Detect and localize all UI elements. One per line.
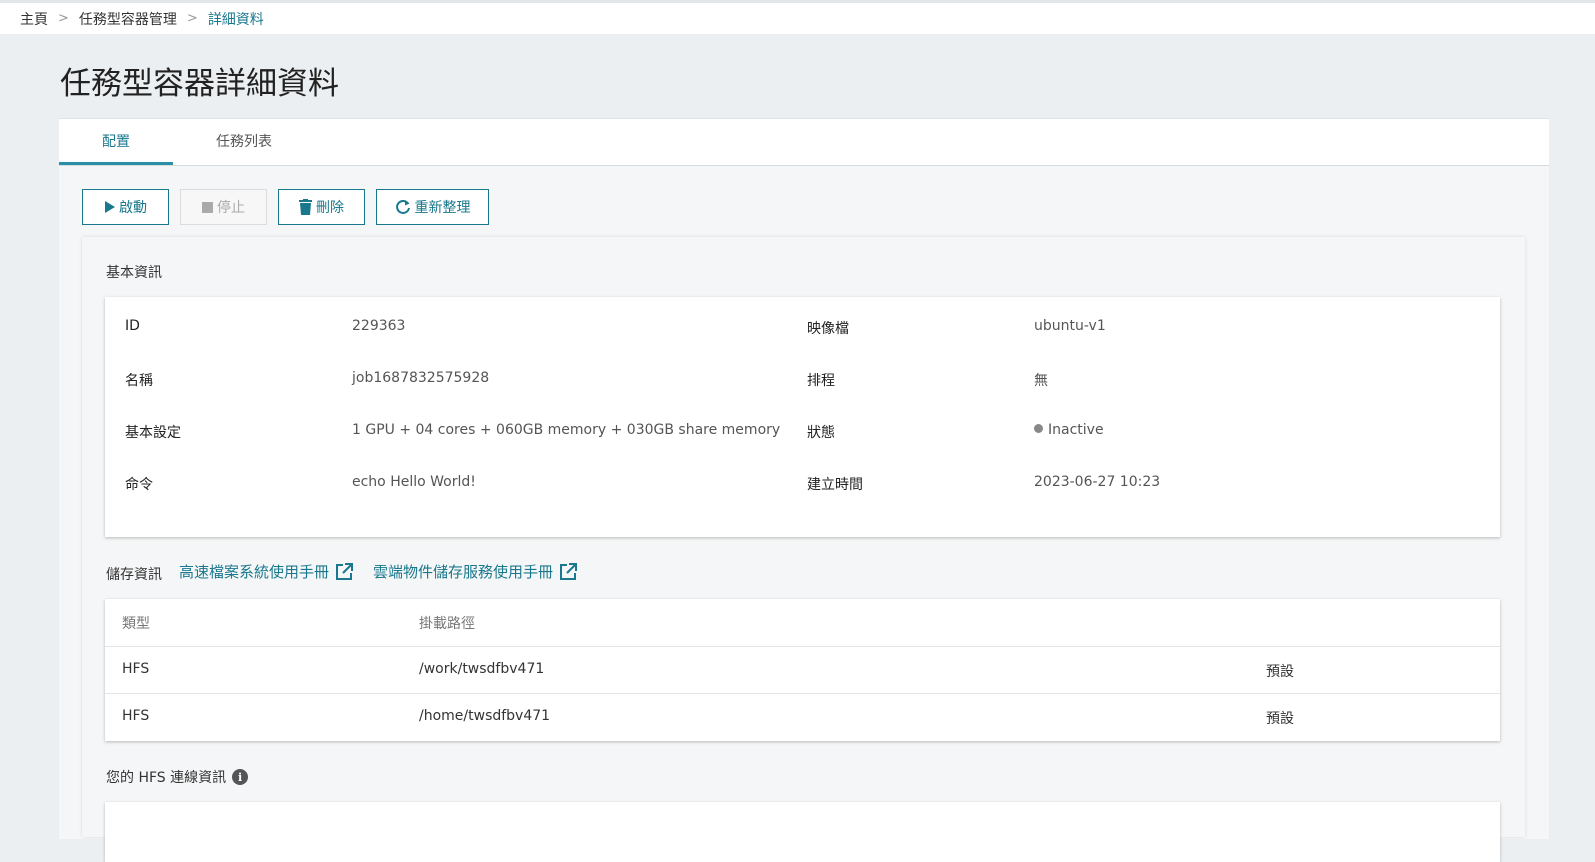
- external-link-icon: [560, 562, 578, 580]
- cell-type: HFS: [122, 661, 150, 677]
- hfs-connection-title-text: 您的 HFS 連線資訊: [106, 770, 227, 786]
- refresh-button[interactable]: 重新整理: [376, 189, 489, 225]
- table-row: HFS /work/twsdfbv471 預設: [105, 646, 1500, 693]
- delete-button[interactable]: 刪除: [278, 189, 365, 225]
- info-value: 2023-06-27 10:23: [1034, 474, 1161, 490]
- info-row: 命令 echo Hello World! 建立時間 2023-06-27 10:…: [105, 474, 1500, 494]
- hfs-connection-title: 您的 HFS 連線資訊 i: [106, 767, 249, 787]
- cell-default-tag: 預設: [1266, 664, 1294, 680]
- info-key: 建立時間: [807, 477, 863, 493]
- page-title: 任務型容器詳細資料: [60, 66, 339, 102]
- object-storage-manual-link[interactable]: 雲端物件儲存服務使用手冊: [373, 561, 578, 582]
- info-key: ID: [125, 318, 140, 334]
- tab-config[interactable]: 配置: [59, 119, 173, 165]
- delete-button-label: 刪除: [316, 200, 344, 216]
- basic-info-title: 基本資訊: [106, 265, 162, 281]
- breadcrumb-current: 詳細資料: [207, 11, 264, 28]
- cell-default-tag: 預設: [1266, 711, 1294, 727]
- info-row: 名稱 job1687832575928 排程 無: [105, 370, 1500, 390]
- column-header-type: 類型: [122, 616, 150, 632]
- info-value: ubuntu-v1: [1034, 318, 1106, 334]
- info-value: job1687832575928: [352, 370, 490, 386]
- info-row: 基本設定 1 GPU + 04 cores + 060GB memory + 0…: [105, 422, 1500, 442]
- hfs-manual-link-label: 高速檔案系統使用手冊: [179, 563, 330, 581]
- object-storage-manual-link-label: 雲端物件儲存服務使用手冊: [373, 563, 554, 581]
- column-header-mount-path: 掛載路徑: [419, 616, 475, 632]
- breadcrumb-job-container-management[interactable]: 任務型容器管理: [79, 9, 177, 29]
- info-icon[interactable]: i: [232, 769, 249, 785]
- hfs-manual-link[interactable]: 高速檔案系統使用手冊: [179, 561, 354, 582]
- info-value: 229363: [352, 318, 406, 334]
- cell-type: HFS: [122, 708, 150, 724]
- external-link-icon: [336, 562, 354, 580]
- stop-button[interactable]: 停止: [180, 189, 267, 225]
- table-row: HFS /home/twsdfbv471 預設: [105, 693, 1500, 740]
- breadcrumb-separator: >: [186, 11, 198, 26]
- detail-card: 配置 任務列表 啟動 停止 刪除 重新整理 基本資訊 ID 229363 映像檔: [59, 118, 1549, 862]
- table-header: 類型 掛載路徑: [105, 599, 1500, 646]
- start-button-label: 啟動: [119, 200, 147, 216]
- info-key: 命令: [125, 477, 153, 493]
- info-value: 無: [1034, 373, 1048, 389]
- play-icon: [105, 201, 115, 213]
- info-row: ID 229363 映像檔 ubuntu-v1: [105, 318, 1500, 338]
- breadcrumb: 主頁 > 任務型容器管理 > 詳細資料: [0, 0, 1595, 34]
- status-text: Inactive: [1048, 422, 1104, 438]
- refresh-icon: [395, 199, 410, 214]
- breadcrumb-home[interactable]: 主頁: [20, 9, 48, 29]
- info-value: echo Hello World!: [352, 474, 476, 490]
- info-key: 名稱: [125, 373, 153, 389]
- basic-info-box: ID 229363 映像檔 ubuntu-v1 名稱 job1687832575…: [105, 297, 1500, 537]
- config-panel: 基本資訊 ID 229363 映像檔 ubuntu-v1 名稱 job16878…: [82, 237, 1525, 862]
- breadcrumb-separator: >: [58, 11, 69, 26]
- cell-mount-path: /home/twsdfbv471: [419, 708, 551, 724]
- info-value: 1 GPU + 04 cores + 060GB memory + 030GB …: [352, 422, 781, 438]
- storage-links: 高速檔案系統使用手冊 雲端物件儲存服務使用手冊: [179, 561, 578, 582]
- storage-info-title: 儲存資訊: [106, 567, 162, 583]
- status-value: Inactive: [1034, 422, 1104, 438]
- info-key: 基本設定: [125, 425, 181, 441]
- tab-bar: 配置 任務列表: [59, 119, 1549, 166]
- stop-button-label: 停止: [217, 200, 245, 216]
- info-key: 映像檔: [807, 321, 849, 337]
- tab-task-list[interactable]: 任務列表: [173, 119, 315, 165]
- status-dot-icon: [1034, 424, 1043, 433]
- info-key: 狀態: [807, 425, 835, 441]
- cell-mount-path: /work/twsdfbv471: [419, 661, 545, 677]
- action-toolbar: 啟動 停止 刪除 重新整理: [82, 189, 489, 225]
- info-key: 排程: [807, 373, 835, 389]
- trash-icon: [299, 199, 312, 215]
- stop-icon: [202, 201, 213, 213]
- refresh-button-label: 重新整理: [414, 200, 471, 216]
- start-button[interactable]: 啟動: [82, 189, 169, 225]
- storage-table: 類型 掛載路徑 HFS /work/twsdfbv471 預設 HFS /hom…: [105, 599, 1500, 741]
- hfs-connection-box: [105, 802, 1500, 862]
